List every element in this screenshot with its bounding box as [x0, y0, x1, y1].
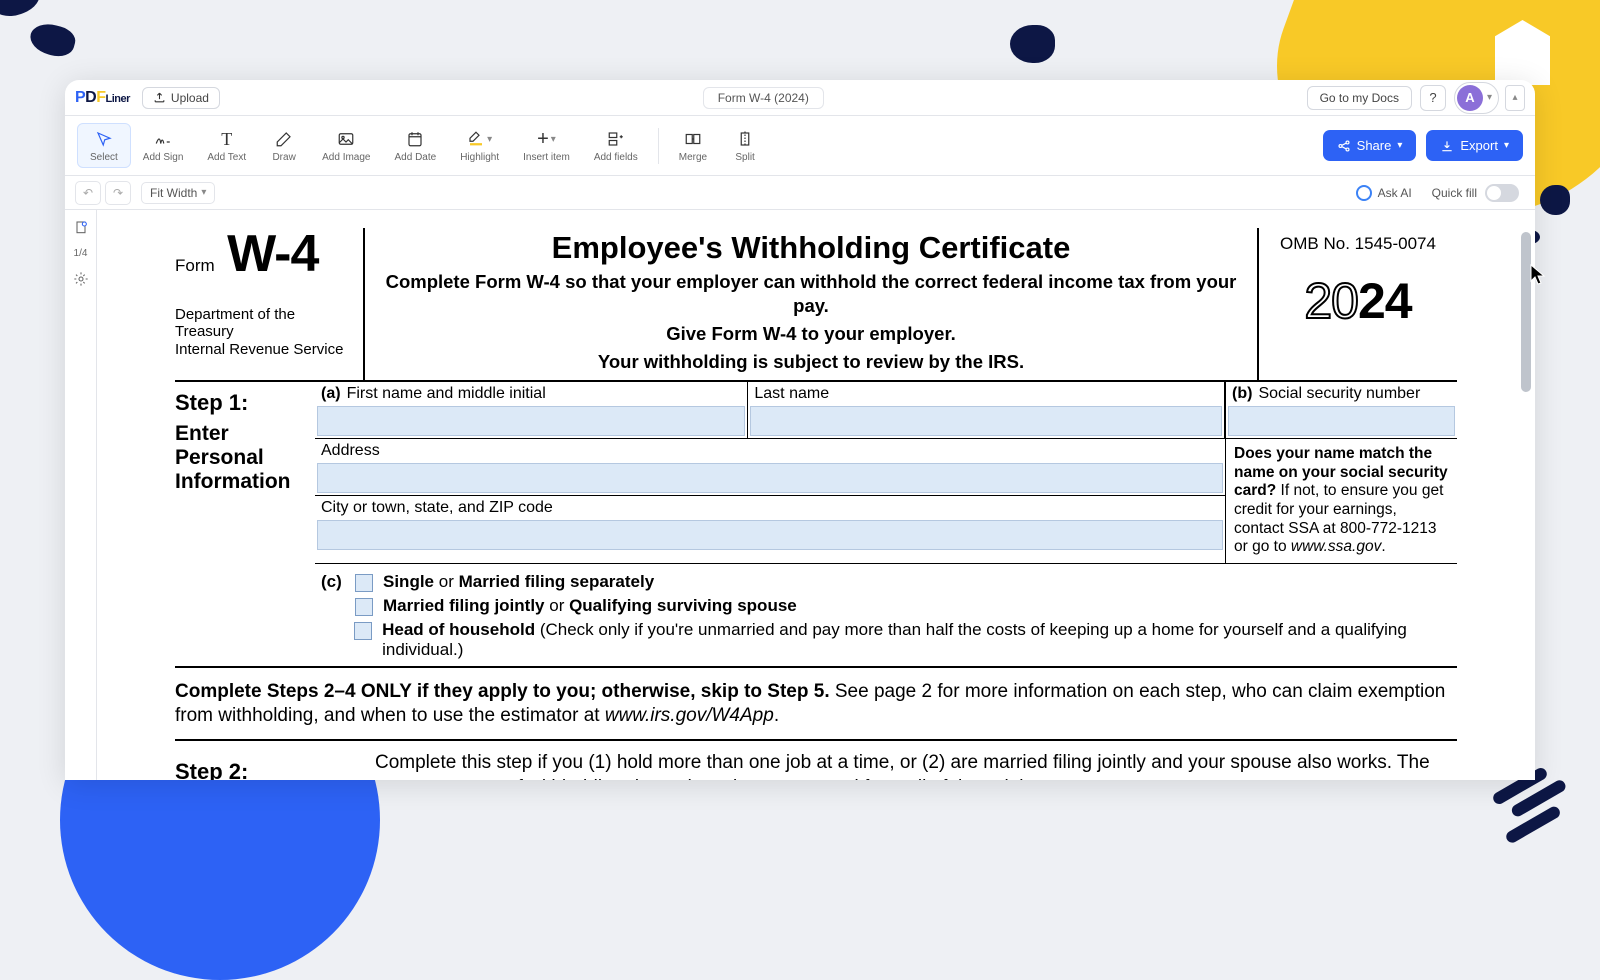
highlighter-icon: ▾	[467, 128, 492, 150]
tool-select[interactable]: Select	[77, 123, 131, 168]
calendar-icon	[406, 128, 424, 150]
filing-option: Head of household (Check only if you're …	[382, 620, 1451, 660]
address-input[interactable]	[317, 463, 1223, 493]
form-subtitle: Give Form W-4 to your employer.	[377, 322, 1245, 346]
document-title[interactable]: Form W-4 (2024)	[703, 87, 824, 109]
city-label: City or town, state, and ZIP code	[315, 496, 1225, 520]
pencil-icon	[275, 128, 293, 150]
form-label: Form	[175, 256, 215, 275]
sub-toolbar: ↶ ↷ Fit Width▾ Ask AI Quick fill	[65, 176, 1535, 210]
settings-button[interactable]	[71, 269, 91, 289]
page-counter: 1/4	[74, 248, 88, 259]
share-icon	[1337, 139, 1351, 153]
document-canvas[interactable]: Form W-4 Department of the Treasury Inte…	[97, 210, 1535, 780]
form-subtitle: Complete Form W-4 so that your employer …	[377, 270, 1245, 318]
fields-icon	[607, 128, 625, 150]
filing-option: Married filing jointly or Qualifying sur…	[383, 596, 797, 616]
address-label: Address	[315, 439, 1225, 463]
bg-blob-navy	[1010, 25, 1070, 75]
title-bar: PDFLiner Upload Form W-4 (2024) Go to my…	[65, 80, 1535, 116]
bg-blob-navy	[0, 0, 90, 60]
tool-draw[interactable]: Draw	[258, 123, 310, 168]
signature-icon	[154, 128, 172, 150]
dept-line: Department of the Treasury	[175, 306, 357, 341]
undo-button[interactable]: ↶	[75, 181, 101, 205]
upload-label: Upload	[171, 91, 209, 105]
scrollbar[interactable]	[1519, 210, 1533, 780]
app-window: PDFLiner Upload Form W-4 (2024) Go to my…	[65, 80, 1535, 780]
toolbar: Select Add Sign T Add Text Draw Add Imag…	[65, 116, 1535, 176]
mouse-cursor-icon	[1530, 264, 1548, 286]
bg-blob-navy	[1490, 770, 1570, 840]
quick-fill-toggle[interactable]: Quick fill	[1432, 184, 1519, 202]
first-name-label: First name and middle initial	[347, 385, 546, 402]
tool-merge[interactable]: Merge	[667, 124, 719, 167]
side-strip: 1/4	[65, 210, 97, 780]
toggle-switch[interactable]	[1485, 184, 1519, 202]
upload-icon	[153, 91, 166, 104]
ssn-input[interactable]	[1228, 406, 1455, 436]
upload-button[interactable]: Upload	[142, 87, 220, 109]
ai-icon	[1356, 185, 1372, 201]
city-input[interactable]	[317, 520, 1223, 550]
scroll-thumb[interactable]	[1521, 232, 1531, 392]
go-to-docs-button[interactable]: Go to my Docs	[1307, 86, 1412, 110]
collapse-button[interactable]: ▴	[1505, 85, 1525, 111]
form-subtitle: Your withholding is subject to review by…	[377, 350, 1245, 374]
tool-insert-item[interactable]: +▾ Insert item	[511, 123, 582, 168]
avatar: A	[1457, 85, 1483, 111]
image-icon	[337, 128, 355, 150]
instructions-text: Complete Steps 2–4 ONLY if they apply to…	[175, 668, 1457, 741]
tool-add-text[interactable]: T Add Text	[195, 123, 258, 168]
step-title: Enter Personal Information	[175, 422, 309, 494]
form-w4-page: Form W-4 Department of the Treasury Inte…	[97, 210, 1535, 780]
chevron-down-icon: ▾	[1487, 92, 1492, 103]
tool-split[interactable]: Split	[719, 124, 771, 167]
last-name-label: Last name	[748, 382, 1224, 406]
split-icon	[736, 128, 754, 150]
pages-panel-button[interactable]	[71, 218, 91, 238]
ssn-label: Social security number	[1258, 385, 1420, 402]
export-button[interactable]: Export ▾	[1426, 130, 1523, 161]
ask-ai-button[interactable]: Ask AI	[1346, 181, 1422, 205]
form-title: Employee's Withholding Certificate	[377, 230, 1245, 266]
app-logo[interactable]: PDFLiner	[75, 89, 130, 107]
account-menu[interactable]: A ▾	[1454, 82, 1499, 114]
checkbox-married-joint[interactable]	[355, 598, 373, 616]
toolbar-divider	[658, 128, 659, 164]
tool-add-date[interactable]: Add Date	[383, 123, 449, 168]
content-area: 1/4 Form W-4 Department of the Treasury …	[65, 210, 1535, 780]
tool-add-image[interactable]: Add Image	[310, 123, 382, 168]
share-button[interactable]: Share ▾	[1323, 130, 1417, 161]
tool-add-fields[interactable]: Add fields	[582, 123, 650, 168]
merge-icon	[684, 128, 702, 150]
dept-line: Internal Revenue Service	[175, 341, 357, 358]
zoom-select[interactable]: Fit Width▾	[141, 182, 215, 204]
checkbox-single[interactable]	[355, 574, 373, 592]
last-name-input[interactable]	[750, 406, 1222, 436]
omb-number: OMB No. 1545-0074	[1263, 234, 1453, 254]
tool-add-sign[interactable]: Add Sign	[131, 123, 196, 168]
step-number: Step 1:	[175, 390, 309, 416]
bg-blob-navy	[1540, 185, 1570, 215]
redo-button[interactable]: ↷	[105, 181, 131, 205]
download-icon	[1440, 139, 1454, 153]
step2-text: Complete this step if you (1) hold more …	[375, 751, 1457, 780]
help-button[interactable]: ?	[1420, 85, 1446, 111]
checkbox-head-household[interactable]	[354, 622, 372, 640]
tax-year: 2024	[1263, 272, 1453, 330]
tool-highlight[interactable]: ▾ Highlight	[448, 123, 511, 168]
text-icon: T	[221, 128, 232, 150]
ssn-note: Does your name match the name on your so…	[1226, 439, 1457, 563]
cursor-icon	[95, 128, 113, 150]
filing-option: Single or Married filing separately	[383, 572, 654, 592]
step-number: Step 2:	[175, 759, 369, 780]
plus-icon: +▾	[537, 128, 556, 150]
form-code: W-4	[227, 232, 318, 276]
first-name-input[interactable]	[317, 406, 745, 436]
